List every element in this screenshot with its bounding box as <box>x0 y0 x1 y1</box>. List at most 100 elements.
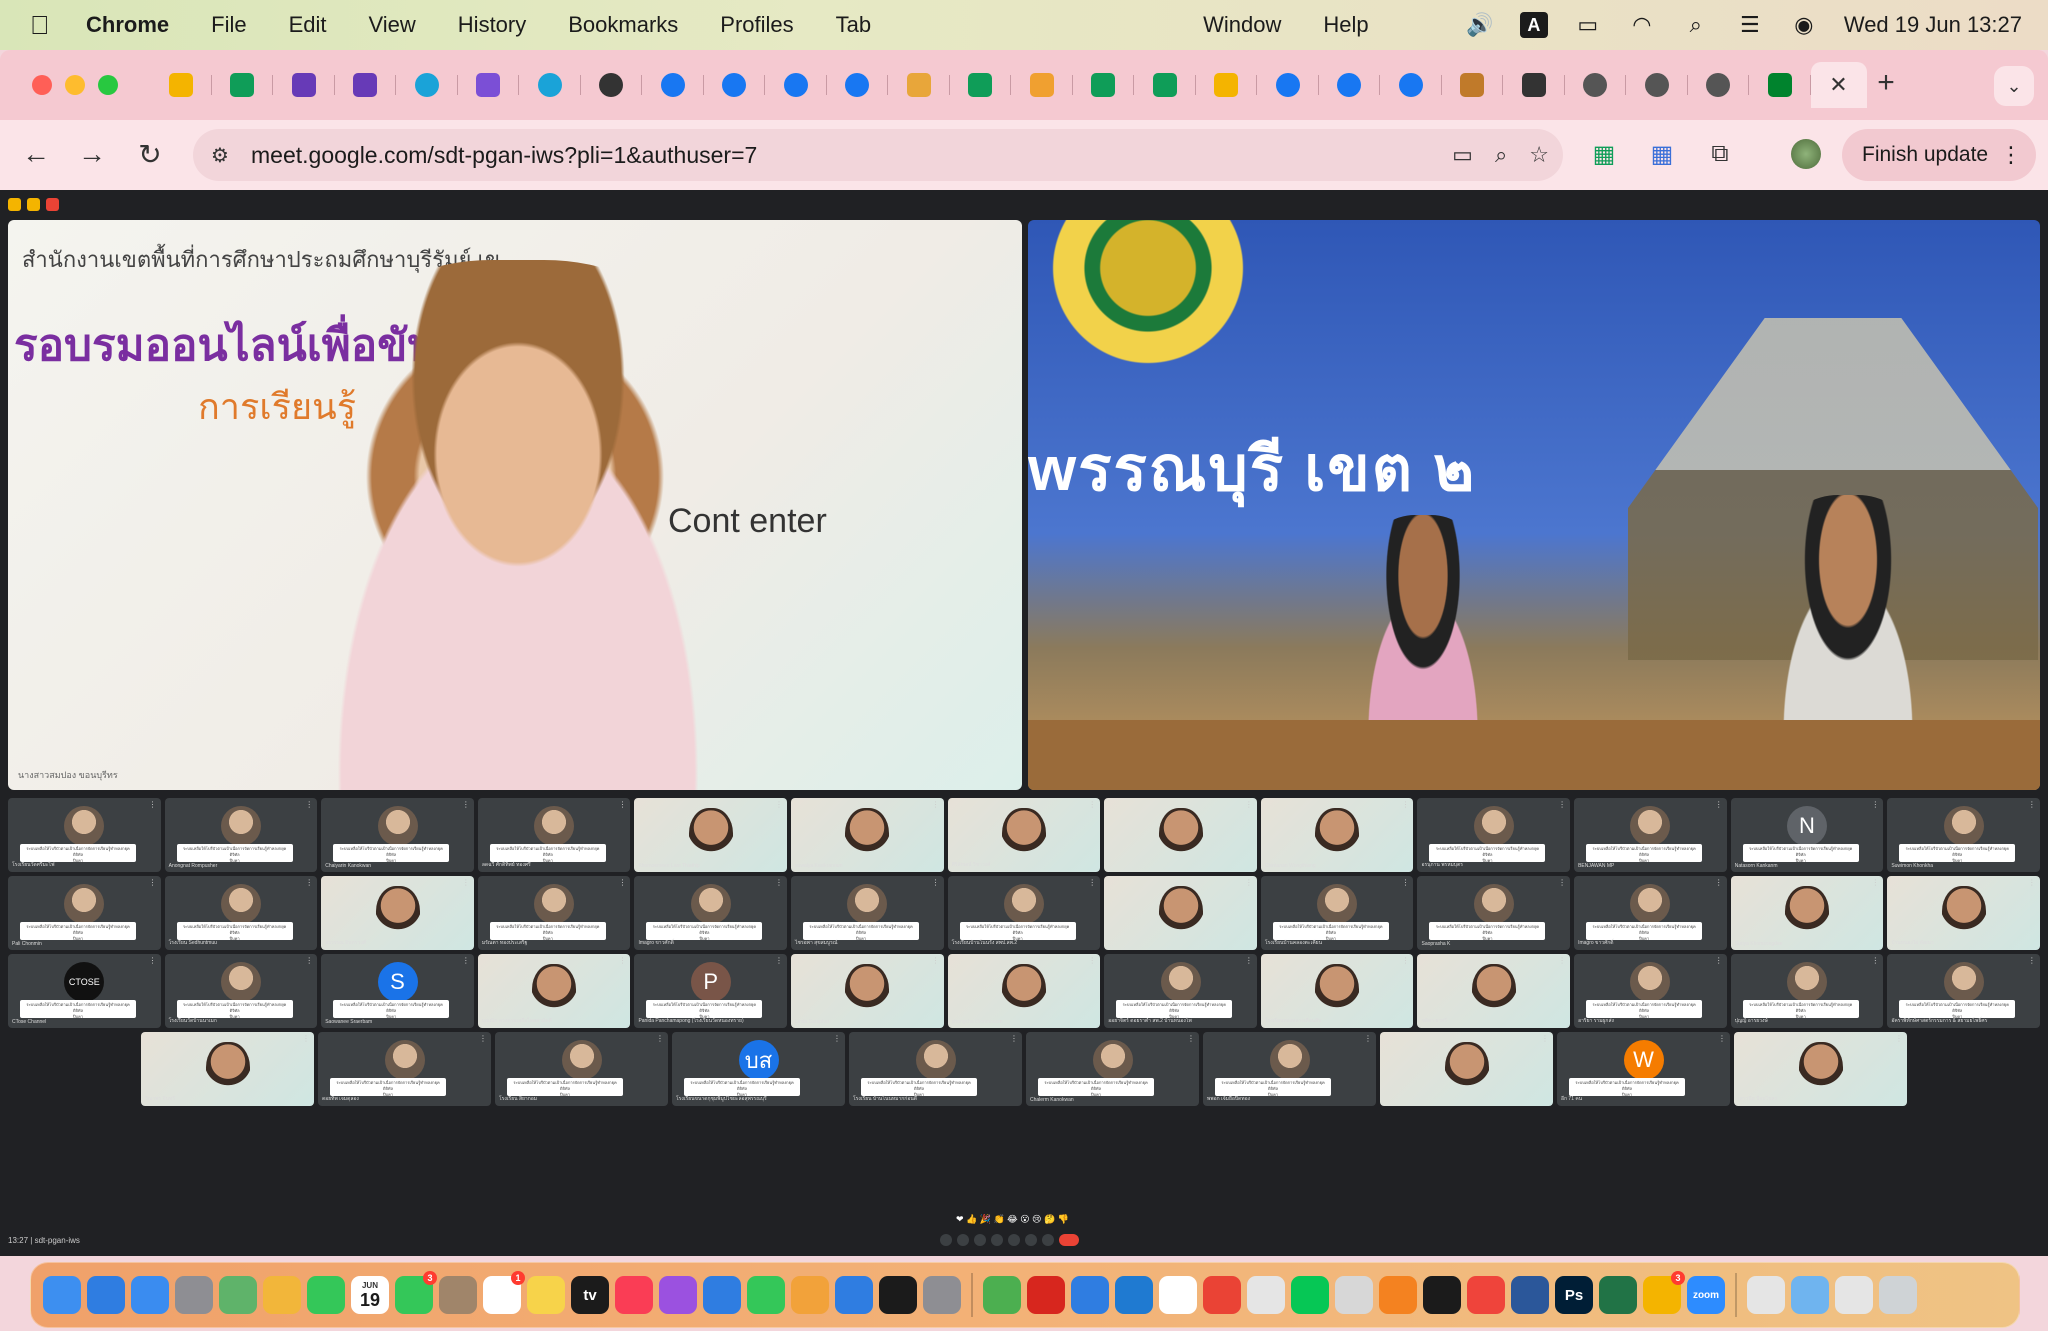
participant-tile[interactable]: ⋮ <box>1380 1032 1553 1106</box>
browser-tab[interactable] <box>273 62 335 108</box>
participant-tile[interactable]: W ระบบเหลือให้โบรีบัวตามเป้าเนื่อการจัดกา… <box>1557 1032 1730 1106</box>
browser-tab[interactable] <box>1380 62 1442 108</box>
apple-icon[interactable]:  <box>30 10 74 41</box>
participant-tile[interactable]: ระบบเหลือให้โบรีบัวตามเป้าเนื่อการจัดการ… <box>1104 954 1257 1028</box>
participant-tile[interactable]: ชลิตา ยาศรี ⋮ <box>1417 954 1571 1028</box>
bluetooth-icon[interactable] <box>1071 1276 1109 1314</box>
participant-tile[interactable]: ระบบเหลือให้โบรีบัวตามเป้าเนื่อการจัดการ… <box>1203 1032 1376 1106</box>
facetime-icon[interactable] <box>307 1276 345 1314</box>
browser-tab[interactable] <box>704 62 766 108</box>
zoom-window-button[interactable] <box>98 75 118 95</box>
participant-tile[interactable]: ระบบเหลือให้โบรีบัวตามเป้าเนื่อการจัดการ… <box>1887 954 2040 1028</box>
pages-icon[interactable] <box>791 1276 829 1314</box>
chess-icon[interactable] <box>1159 1276 1197 1314</box>
participant-more-icon[interactable]: ⋮ <box>2028 956 2036 965</box>
browser-tab[interactable] <box>1073 62 1135 108</box>
contacts-icon[interactable] <box>439 1276 477 1314</box>
tiny-icon-3[interactable] <box>46 198 59 211</box>
more-vert-icon[interactable]: ⋮ <box>2000 142 2022 168</box>
participant-tile[interactable]: บุณณิก ดวงตามเสถือไทยสามัคคี ⋮ <box>477 954 631 1028</box>
browser-tab[interactable] <box>1134 62 1196 108</box>
participant-more-icon[interactable]: ⋮ <box>1401 878 1409 887</box>
menu-app-chrome[interactable]: Chrome <box>86 12 169 38</box>
browser-tab[interactable] <box>581 62 643 108</box>
participant-tile[interactable]: ระบบเหลือให้โบรีบัวตามเป้าเนื่อการจัดการ… <box>164 954 318 1028</box>
participant-more-icon[interactable]: ⋮ <box>1088 956 1096 965</box>
menu-window[interactable]: Window <box>1203 12 1281 38</box>
new-tab-button[interactable]: + <box>1866 66 1906 100</box>
maps-icon[interactable] <box>219 1276 257 1314</box>
participant-tile[interactable]: phongcha chonmooom ⋮ <box>947 954 1101 1028</box>
menu-edit[interactable]: Edit <box>289 12 327 38</box>
participant-more-icon[interactable]: ⋮ <box>462 956 470 965</box>
preview-icon[interactable] <box>1335 1276 1373 1314</box>
captions-button[interactable] <box>974 1234 986 1246</box>
participant-tile[interactable]: ระบบเหลือให้โบรีบัวตามเป้าเนื่อการจัดการ… <box>477 876 631 950</box>
notes-icon[interactable] <box>527 1276 565 1314</box>
emoji-button[interactable] <box>991 1234 1003 1246</box>
wifi-icon[interactable]: ◠ <box>1628 12 1656 37</box>
menu-bookmarks[interactable]: Bookmarks <box>568 12 678 38</box>
minimize-window-button[interactable] <box>65 75 85 95</box>
browser-tab[interactable] <box>642 62 704 108</box>
participant-more-icon[interactable]: ⋮ <box>1245 878 1253 887</box>
participant-more-icon[interactable]: ⋮ <box>1245 800 1253 809</box>
browser-tab[interactable] <box>950 62 1012 108</box>
camera-icon[interactable]: ▭ <box>1452 142 1473 168</box>
participant-more-icon[interactable]: ⋮ <box>1010 1034 1018 1043</box>
messages-icon[interactable]: 3 <box>395 1271 437 1314</box>
menu-profiles[interactable]: Profiles <box>720 12 793 38</box>
input-source-indicator[interactable]: A <box>1519 12 1548 38</box>
acrobat-icon[interactable] <box>1027 1276 1065 1314</box>
browser-tab[interactable] <box>1319 62 1381 108</box>
participant-tile[interactable]: บ้านหนองไผ่ พัฒนา ⋮ <box>1887 876 2040 950</box>
launchpad-icon[interactable] <box>175 1276 213 1314</box>
participant-tile[interactable]: ระบบเหลือให้โบรีบัวตามเป้าเนื่อการจัดการ… <box>8 876 161 950</box>
participant-more-icon[interactable]: ⋮ <box>479 1034 487 1043</box>
participant-more-icon[interactable]: ⋮ <box>462 878 470 887</box>
menu-history[interactable]: History <box>458 12 526 38</box>
mic-button[interactable] <box>940 1234 952 1246</box>
menu-file[interactable]: File <box>211 12 246 38</box>
presenter-tile-1[interactable]: สำนักงานเขตพื้นที่การศึกษาประถมศึกษาบุรี… <box>8 220 1022 790</box>
leave-call-button[interactable] <box>1059 1234 1079 1246</box>
participant-tile[interactable]: ⋮ <box>1104 876 1257 950</box>
numbers-icon[interactable] <box>747 1276 785 1314</box>
finder-icon[interactable] <box>43 1276 81 1314</box>
participant-more-icon[interactable]: ⋮ <box>618 800 626 809</box>
participant-tile[interactable]: Khomoemeen Lam Thiathip ⋮ <box>634 798 788 872</box>
participant-tile[interactable]: ระบบเหลือให้โบรีบัวตามเป้าเนื่อการจัดการ… <box>1574 954 1727 1028</box>
participant-more-icon[interactable]: ⋮ <box>833 1034 841 1043</box>
extension-apps-icon[interactable]: ▦ <box>1644 136 1680 172</box>
app-icon[interactable]: 3 <box>1643 1271 1685 1314</box>
participant-tile[interactable]: โรงเรียนทองหลางเดือนสิบ ⋮ <box>1260 954 1414 1028</box>
camera-button[interactable] <box>957 1234 969 1246</box>
participant-more-icon[interactable]: ⋮ <box>932 956 940 965</box>
menu-view[interactable]: View <box>369 12 416 38</box>
participant-more-icon[interactable]: ⋮ <box>302 1034 310 1043</box>
menu-tab[interactable]: Tab <box>836 12 871 38</box>
raise-hand-button[interactable] <box>1025 1234 1037 1246</box>
participant-tile[interactable]: ระบบเหลือให้โบรีบัวตามเป้าเนื่อการจัดการ… <box>1574 876 1727 950</box>
reaction-bar[interactable]: ❤ 👍 🎉 👏 😂 😮 😢 🤔 👎 <box>956 1214 1069 1225</box>
menu-clock[interactable]: Wed 19 Jun 13:27 <box>1844 12 2022 38</box>
bookmark-star-icon[interactable]: ☆ <box>1529 142 1549 168</box>
participant-more-icon[interactable]: ⋮ <box>932 878 940 887</box>
menu-help[interactable]: Help <box>1323 12 1368 38</box>
preview-doc-icon[interactable] <box>1835 1276 1873 1314</box>
browser-tab[interactable] <box>1565 62 1627 108</box>
participant-more-icon[interactable]: ⋮ <box>1401 800 1409 809</box>
vectorize-icon[interactable] <box>983 1276 1021 1314</box>
browser-tab[interactable] <box>827 62 889 108</box>
participant-tile[interactable]: ระบบเหลือให้โบรีบัวตามเป้าเนื่อการจัดการ… <box>8 798 161 872</box>
site-settings-icon[interactable]: ⚙ <box>211 143 241 168</box>
participant-tile[interactable]: ⋮ <box>1104 798 1257 872</box>
participant-tile[interactable]: ศิริลักษณ์ วิชาวงศ์ ⋮ <box>947 798 1101 872</box>
tiny-icon-2[interactable] <box>27 198 40 211</box>
participant-more-icon[interactable]: ⋮ <box>305 956 313 965</box>
browser-tab[interactable] <box>1503 62 1565 108</box>
zoom-icon[interactable]: ⌕ <box>1495 142 1507 168</box>
tiny-icon-1[interactable] <box>8 198 21 211</box>
quicktime-icon[interactable] <box>879 1276 917 1314</box>
calendar-icon[interactable]: JUN 19 <box>351 1276 389 1314</box>
